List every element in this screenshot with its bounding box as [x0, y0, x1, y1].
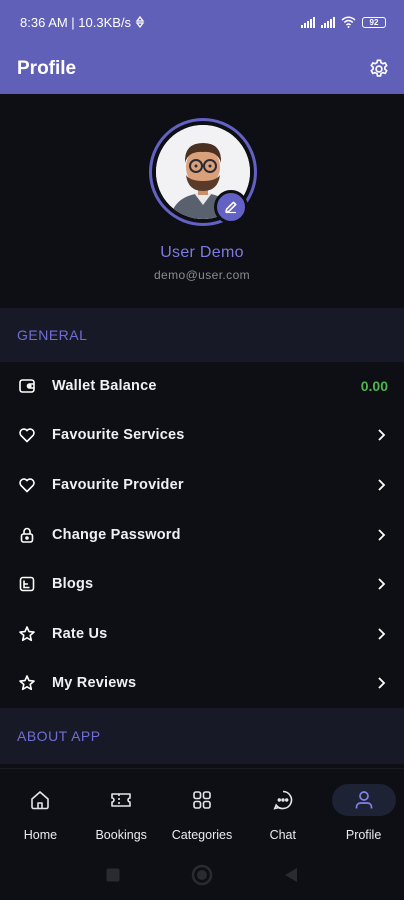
menu-item-blogs[interactable]: Blogs — [0, 559, 404, 609]
heart-icon — [17, 425, 37, 445]
profile-header: User Demo demo@user.com — [0, 94, 404, 308]
chevron-right-icon — [374, 627, 388, 641]
bottom-navigation: Home Bookings Categories Chat Profile — [0, 768, 404, 850]
page-title: Profile — [17, 58, 77, 79]
user-name: User Demo — [160, 244, 244, 261]
menu-item-wallet-balance[interactable]: Wallet Balance 0.00 — [0, 361, 404, 411]
section-header-about-app: ABOUT APP — [0, 708, 404, 764]
nav-label: Home — [23, 828, 58, 842]
menu-label: My Reviews — [52, 675, 137, 692]
battery-icon: 92 — [362, 16, 386, 28]
wifi-icon — [341, 16, 356, 28]
menu-item-favourite-services[interactable]: Favourite Services — [0, 411, 404, 461]
recents-icon[interactable] — [105, 867, 121, 883]
home-icon — [8, 784, 72, 816]
nav-item-profile[interactable]: Profile — [323, 769, 404, 850]
wallet-icon — [17, 376, 37, 396]
pencil-icon — [225, 201, 237, 214]
user-email: demo@user.com — [153, 268, 251, 282]
menu-item-rate-us[interactable]: Rate Us — [0, 609, 404, 659]
star-icon — [17, 673, 37, 693]
nav-item-chat[interactable]: Chat — [242, 769, 323, 850]
chevron-right-icon — [374, 528, 388, 542]
chevron-right-icon — [374, 428, 388, 442]
nav-label: Profile — [345, 828, 382, 842]
nav-label: Chat — [269, 828, 296, 842]
chat-icon — [251, 784, 315, 816]
wallet-balance-value: 0.00 — [360, 377, 388, 394]
chevron-right-icon — [374, 676, 388, 690]
grid-icon — [170, 784, 234, 816]
section-header-general: GENERAL — [0, 308, 404, 362]
nav-label: Bookings — [95, 828, 147, 842]
chevron-right-icon — [374, 577, 388, 591]
status-right: 92 — [301, 16, 386, 28]
menu-item-my-reviews[interactable]: My Reviews — [0, 659, 404, 709]
menu-item-favourite-provider[interactable]: Favourite Provider — [0, 460, 404, 510]
lock-icon — [17, 525, 37, 545]
back-icon[interactable] — [283, 866, 299, 884]
signal-icon — [321, 16, 335, 28]
status-bar: 8:36 AM | 10.3KB/s 92 — [0, 0, 404, 44]
status-time-speed: 8:36 AM | 10.3KB/s — [20, 14, 132, 30]
nav-item-bookings[interactable]: Bookings — [81, 769, 162, 850]
settings-menu: Wallet Balance 0.00 Favourite Services F… — [0, 361, 404, 708]
menu-label: Wallet Balance — [52, 377, 157, 394]
user-icon — [331, 784, 396, 816]
menu-label: Favourite Services — [52, 427, 185, 444]
home-button-icon[interactable] — [191, 864, 213, 886]
data-transfer-icon — [135, 16, 145, 28]
menu-label: Favourite Provider — [52, 476, 184, 493]
status-left: 8:36 AM | 10.3KB/s — [20, 15, 145, 30]
signal-icon — [301, 16, 315, 28]
nav-label: Categories — [171, 828, 233, 842]
menu-label: Blogs — [52, 576, 94, 593]
star-icon — [17, 624, 37, 644]
menu-label: Change Password — [52, 526, 181, 543]
chevron-right-icon — [374, 478, 388, 492]
ticket-icon — [89, 784, 153, 816]
nav-item-categories[interactable]: Categories — [162, 769, 243, 850]
edit-profile-button[interactable] — [214, 190, 248, 224]
menu-label: Rate Us — [52, 625, 108, 642]
app-bar: Profile — [0, 44, 404, 94]
blog-icon — [17, 574, 37, 594]
heart-icon — [17, 475, 37, 495]
system-navigation-bar — [0, 850, 404, 900]
nav-item-home[interactable]: Home — [0, 769, 81, 850]
menu-item-change-password[interactable]: Change Password — [0, 510, 404, 560]
gear-icon[interactable] — [368, 58, 390, 80]
